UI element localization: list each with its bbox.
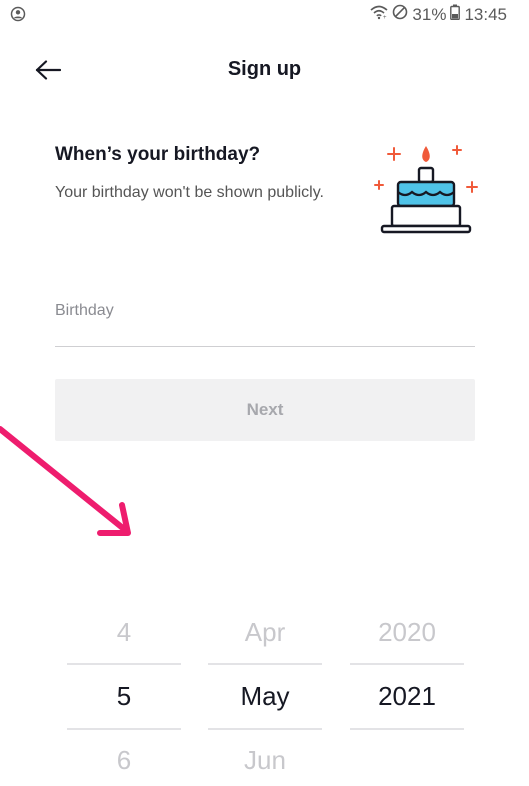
wifi-icon: +	[370, 4, 388, 25]
picker-divider	[350, 663, 464, 665]
birthday-cake-icon	[372, 138, 482, 238]
picker-year-column[interactable]: 2020 2021	[350, 600, 464, 786]
birthday-input[interactable]: Birthday	[55, 292, 475, 347]
picker-day-column[interactable]: 4 5 6	[67, 600, 181, 786]
status-indicators: + 31% 13:45	[370, 4, 507, 25]
birthday-placeholder: Birthday	[55, 302, 114, 319]
picker-month-selected[interactable]: May	[208, 664, 322, 728]
birthday-heading: When’s your birthday?	[55, 144, 261, 165]
birthday-privacy-note: Your birthday won't be shown publicly.	[55, 184, 324, 201]
status-bar: + 31% 13:45	[0, 0, 529, 32]
picker-month-column[interactable]: Apr May Jun	[208, 600, 322, 786]
picker-divider	[67, 663, 181, 665]
account-circle-icon	[10, 6, 26, 22]
picker-divider	[208, 663, 322, 665]
battery-icon	[450, 4, 461, 25]
picker-year-selected[interactable]: 2021	[350, 664, 464, 728]
battery-percent: 31%	[412, 4, 447, 24]
svg-text:+: +	[383, 15, 387, 20]
picker-day-below[interactable]: 6	[67, 728, 181, 786]
picker-year-below[interactable]	[350, 728, 464, 786]
annotation-arrow-icon	[0, 415, 160, 555]
clock: 13:45	[464, 4, 507, 24]
picker-day-selected[interactable]: 5	[67, 664, 181, 728]
header: Sign up	[0, 46, 529, 96]
do-not-disturb-icon	[392, 4, 408, 25]
picker-year-above[interactable]: 2020	[350, 600, 464, 664]
picker-divider	[67, 728, 181, 730]
picker-month-below[interactable]: Jun	[208, 728, 322, 786]
date-picker[interactable]: 4 5 6 Apr May Jun 2020 2021	[0, 600, 529, 786]
signup-birthday-screen: + 31% 13:45 Sign up When’s your birthday…	[0, 0, 529, 786]
page-title: Sign up	[227, 58, 302, 80]
picker-day-above[interactable]: 4	[67, 600, 181, 664]
picker-divider	[208, 728, 322, 730]
picker-divider	[350, 728, 464, 730]
picker-month-above[interactable]: Apr	[208, 600, 322, 664]
